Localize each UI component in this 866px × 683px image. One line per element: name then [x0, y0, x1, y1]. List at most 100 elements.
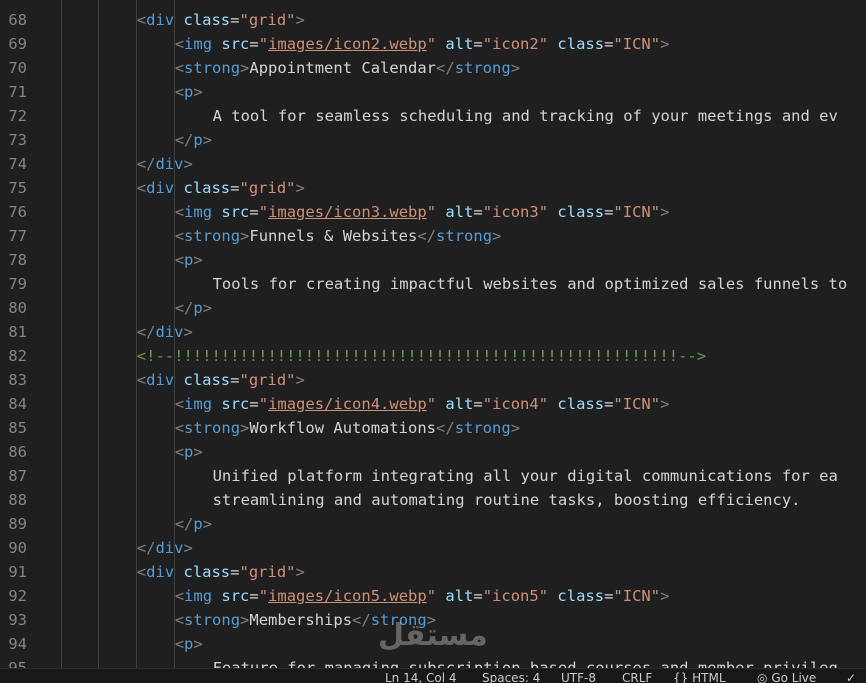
notifications-icon[interactable]: ✓	[846, 671, 856, 683]
code-token: "	[258, 203, 269, 221]
code-line[interactable]: 69 <img src="images/icon2.webp" alt="icon…	[0, 32, 866, 56]
code-content: <p>	[175, 80, 203, 104]
code-token: div	[146, 371, 175, 389]
code-line[interactable]: 83 <div class="grid">	[0, 368, 866, 392]
code-line[interactable]: 76 <img src="images/icon3.webp" alt="icon…	[0, 200, 866, 224]
code-token: >	[193, 635, 203, 653]
line-number: 78	[8, 251, 27, 269]
code-token: strong	[184, 419, 241, 437]
code-line[interactable]: 74 </div>	[0, 152, 866, 176]
code-line[interactable]: 77 <strong>Funnels & Websites</strong>	[0, 224, 866, 248]
code-token: >	[193, 443, 203, 461]
code-line[interactable]: 68 <div class="grid">	[0, 8, 866, 32]
code-token: <	[174, 59, 185, 77]
code-token: Unified platform integrating all your di…	[212, 467, 838, 485]
code-token: images/icon3.webp	[268, 203, 427, 221]
code-token: >	[183, 539, 193, 557]
braces-icon: {}	[673, 671, 689, 683]
code-line[interactable]: 79 Tools for creating impactful websites …	[0, 272, 866, 296]
code-token: p	[193, 131, 203, 149]
code-content: Tools for creating impactful websites an…	[213, 272, 848, 296]
line-number: 95	[8, 659, 27, 668]
code-token: alt	[445, 587, 474, 605]
eol-setting[interactable]: CRLF	[622, 671, 652, 683]
code-line[interactable]: 89 </p>	[0, 512, 866, 536]
code-token: strong	[184, 59, 241, 77]
go-live-label: Go Live	[771, 671, 817, 683]
code-line[interactable]: 80 </p>	[0, 296, 866, 320]
code-line[interactable]: 85 <strong>Workflow Automations</strong>	[0, 416, 866, 440]
line-number: 81	[8, 323, 27, 341]
code-token: p	[184, 443, 194, 461]
encoding-setting[interactable]: UTF-8	[561, 671, 596, 683]
code-line[interactable]: 81 </div>	[0, 320, 866, 344]
code-token: </	[352, 611, 371, 629]
line-number: 87	[8, 467, 27, 485]
code-line[interactable]: 71 <p>	[0, 80, 866, 104]
code-line[interactable]: 87 Unified platform integrating all your …	[0, 464, 866, 488]
code-token: "	[258, 35, 269, 53]
code-line[interactable]: 86 <p>	[0, 440, 866, 464]
code-line[interactable]: 72 A tool for seamless scheduling and tra…	[0, 104, 866, 128]
code-token: <	[174, 35, 185, 53]
code-token: img	[184, 203, 213, 221]
code-token: "grid"	[239, 179, 296, 197]
indentation-setting[interactable]: Spaces: 4	[482, 671, 540, 683]
code-token: >	[240, 419, 250, 437]
code-content: <img src="images/icon5.webp" alt="icon5"…	[175, 584, 670, 608]
code-token: "icon4"	[482, 395, 549, 413]
code-content: </div>	[137, 320, 193, 344]
code-line[interactable]: 70 <strong>Appointment Calendar</strong>	[0, 56, 866, 80]
code-token: =	[230, 563, 240, 581]
code-line[interactable]: 91 <div class="grid">	[0, 560, 866, 584]
code-token: alt	[445, 395, 474, 413]
code-line[interactable]: 84 <img src="images/icon4.webp" alt="icon…	[0, 392, 866, 416]
language-mode[interactable]: {} HTML	[673, 671, 726, 683]
code-content: A tool for seamless scheduling and track…	[213, 104, 838, 128]
code-content: </p>	[175, 512, 212, 536]
code-line[interactable]: 75 <div class="grid">	[0, 176, 866, 200]
line-number: 85	[8, 419, 27, 437]
code-line[interactable]: 78 <p>	[0, 248, 866, 272]
code-line[interactable]: 88 streamlining and automating routine ta…	[0, 488, 866, 512]
code-token: <	[174, 83, 185, 101]
code-token: img	[184, 35, 213, 53]
code-token: =	[230, 179, 240, 197]
code-token: </	[136, 323, 156, 341]
code-token: src	[221, 203, 250, 221]
code-line[interactable]: 95 Feature for managing subscription-base…	[0, 656, 866, 668]
code-token: Memberships	[249, 611, 353, 629]
code-line[interactable]: 92 <img src="images/icon5.webp" alt="icon…	[0, 584, 866, 608]
code-token: >	[295, 11, 305, 29]
code-content: </div>	[137, 536, 193, 560]
code-line[interactable]: 73 </p>	[0, 128, 866, 152]
line-number: 83	[8, 371, 27, 389]
code-token: class	[557, 395, 605, 413]
line-number: 94	[8, 635, 27, 653]
code-token: strong	[454, 419, 511, 437]
code-token: class	[183, 563, 231, 581]
line-number: 93	[8, 611, 27, 629]
code-token: <	[136, 371, 147, 389]
line-number: 75	[8, 179, 27, 197]
code-token: =	[473, 203, 483, 221]
code-token: <	[136, 11, 147, 29]
code-content: <div class="grid">	[137, 8, 305, 32]
code-line[interactable]: 90 </div>	[0, 536, 866, 560]
code-content: </p>	[175, 296, 212, 320]
code-token: =	[249, 395, 259, 413]
code-line[interactable]: 82 <!--!!!!!!!!!!!!!!!!!!!!!!!!!!!!!!!!!!…	[0, 344, 866, 368]
code-token: "ICN"	[613, 587, 661, 605]
cursor-position[interactable]: Ln 14, Col 4	[385, 671, 457, 683]
code-token: </	[436, 419, 455, 437]
code-editor[interactable]: 68 <div class="grid"> 69 <img src="images/i…	[0, 0, 866, 668]
go-live-button[interactable]: ◎ Go Live	[757, 671, 816, 683]
code-token: </	[136, 155, 156, 173]
code-token: <!--!!!!!!!!!!!!!!!!!!!!!!!!!!!!!!!!!!!!…	[136, 347, 707, 365]
line-number: 79	[8, 275, 27, 293]
